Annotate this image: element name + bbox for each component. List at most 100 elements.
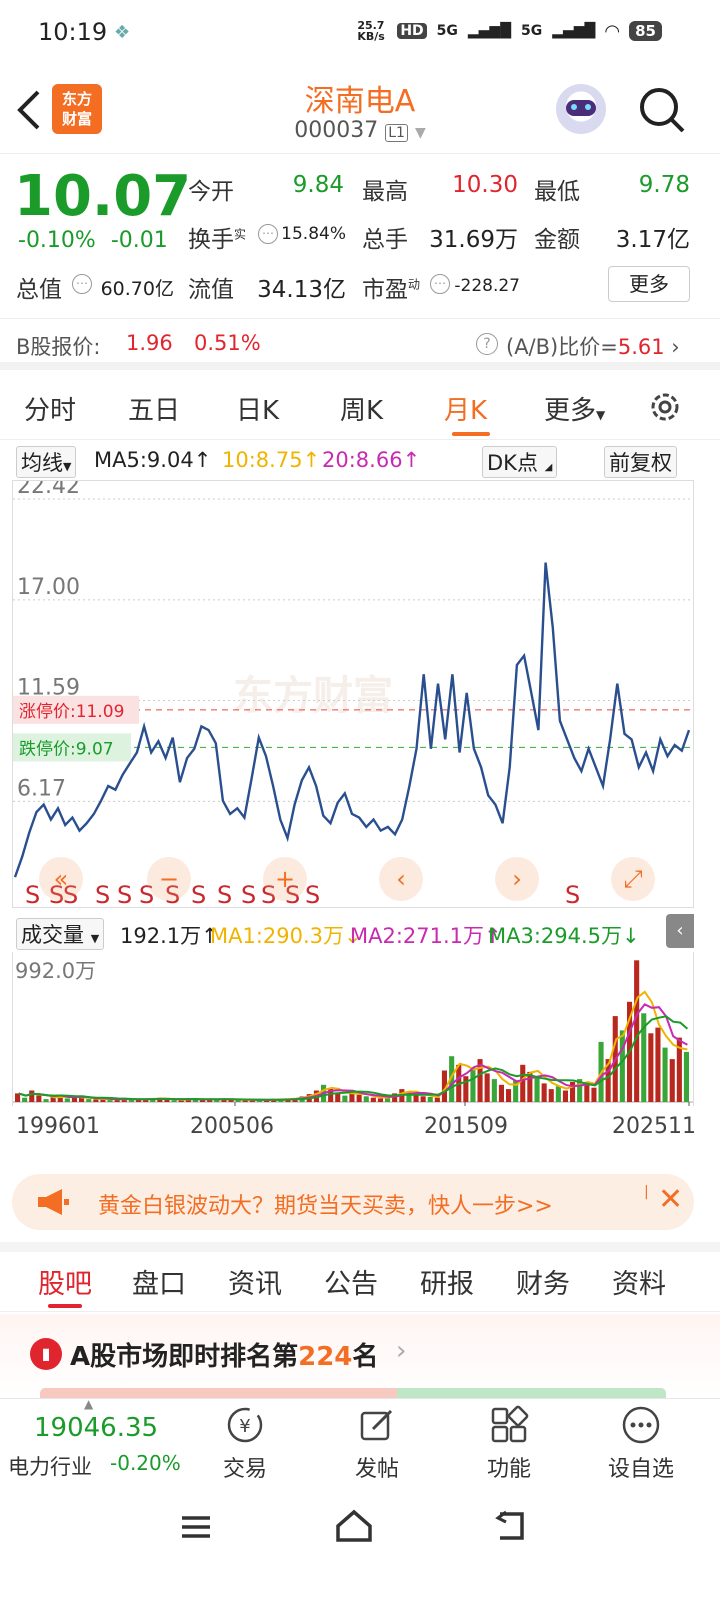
pan-left-icon-glyph: ‹	[396, 865, 406, 893]
volume-bar	[342, 1095, 348, 1102]
volume-select-label: 成交量	[21, 923, 84, 947]
b-share-price: 1.96	[126, 331, 173, 355]
volume-bar	[634, 960, 640, 1102]
tab-weekly-k[interactable]: 周K	[340, 390, 383, 427]
volume-bar	[491, 1079, 497, 1102]
tab-guba[interactable]: 股吧	[38, 1262, 92, 1301]
kline-chart[interactable]: 东方财富 22.42 17.00 11.59 6.17 涨停价:11.09 跌停价:9.07…	[12, 474, 694, 909]
more-button[interactable]: 更多	[608, 266, 690, 302]
ma-select[interactable]: 均线▼	[16, 446, 77, 478]
dk-point-button[interactable]: DK点 ◢	[482, 446, 558, 478]
robot-avatar-icon[interactable]	[556, 84, 606, 134]
collapse-panel-button[interactable]: ‹	[666, 914, 694, 948]
volume-bar	[520, 1064, 526, 1102]
low-label: 最低	[534, 179, 580, 205]
back-nav-icon[interactable]	[492, 1510, 528, 1544]
wifi-icon: ◠	[605, 20, 620, 42]
level-badge: L1	[385, 124, 408, 142]
search-icon[interactable]	[638, 86, 686, 134]
trade-button[interactable]: ¥ 交易	[200, 1405, 290, 1483]
volume-bar	[363, 1096, 369, 1102]
divider: |	[644, 1184, 649, 1200]
index-value[interactable]: 19046.35	[34, 1413, 158, 1443]
system-nav	[0, 1486, 720, 1600]
volume-bar	[377, 1098, 383, 1102]
post-label: 发帖	[354, 1457, 399, 1482]
stock-code: 000037	[294, 118, 379, 143]
b-share-row[interactable]: B股报价: 1.96 0.51% ? (A/B)比价=5.61 ›	[0, 318, 720, 370]
stock-header: 东方 财富 深南电A 000037 L1 ▼	[0, 64, 720, 154]
functions-button[interactable]: 功能	[464, 1405, 554, 1483]
functions-label: 功能	[486, 1457, 531, 1482]
sector-name[interactable]: 电力行业	[8, 1451, 92, 1481]
high-value: 10.30	[452, 172, 518, 198]
vol-ma2-line	[18, 1003, 688, 1101]
vol-ma1-text: MA1:290.3万	[210, 924, 345, 948]
rank-row[interactable]: ▮ A股市场即时排名第224名 ›	[0, 1314, 720, 1398]
pe-label: 市盈动	[362, 270, 420, 304]
tab-research[interactable]: 研报	[420, 1262, 474, 1301]
ad-banner[interactable]: 黄金白银波动大？期货当天买卖，快人一步>> | ✕	[12, 1174, 694, 1230]
volume-bar	[420, 1096, 426, 1102]
x-label: 202511	[612, 1114, 696, 1139]
volume-bar	[370, 1097, 376, 1102]
volume-bar	[506, 1089, 512, 1102]
grid-icon	[491, 1405, 529, 1443]
info-icon[interactable]: ⋯	[72, 274, 92, 294]
mktcap-label: 总值	[16, 277, 62, 303]
turnover-sup: 实	[234, 227, 247, 242]
tab-intraday[interactable]: 分时	[24, 390, 76, 427]
up-caret-icon: ▲	[84, 1397, 94, 1411]
float-label: 流值	[188, 277, 234, 303]
add-watchlist-button[interactable]: 设自选	[596, 1405, 686, 1483]
double-left-icon-glyph: «	[54, 865, 69, 893]
volume-bar	[29, 1090, 35, 1102]
tab-five-day[interactable]: 五日	[128, 390, 180, 427]
open-label: 今开	[188, 179, 234, 205]
volume-bar	[584, 1084, 590, 1102]
price-chart-svg: 东方财富22.4217.0011.596.17涨停价:11.09跌停价:9.07…	[13, 474, 693, 909]
tab-daily-k[interactable]: 日K	[236, 390, 279, 427]
high-label: 最高	[362, 179, 408, 205]
tab-news[interactable]: 资讯	[228, 1262, 282, 1301]
info-icon[interactable]: ⋯	[258, 224, 278, 244]
home-icon[interactable]	[334, 1508, 374, 1544]
tab-more[interactable]: 更多▼	[544, 390, 605, 427]
close-icon[interactable]: ✕	[658, 1182, 683, 1217]
info-icon[interactable]: ⋯	[430, 274, 450, 294]
tab-profile[interactable]: 资料	[612, 1262, 666, 1301]
menu-icon[interactable]	[178, 1512, 214, 1542]
stock-name: 深南电A	[304, 84, 416, 119]
sell-mark: S	[241, 881, 256, 907]
stock-code-row[interactable]: 000037 L1 ▼	[0, 118, 720, 143]
pan-right-icon-glyph: ›	[512, 865, 522, 893]
ma-select-label: 均线	[21, 451, 63, 475]
volume-bar: 成交量 ▼ 192.1万↑ MA1:290.3万↓ MA2:271.1万↑ MA…	[0, 912, 720, 952]
tab-finance[interactable]: 财务	[516, 1262, 570, 1301]
tab-order-book[interactable]: 盘口	[132, 1262, 186, 1301]
volume-bar	[22, 1097, 28, 1102]
watermark: 东方财富	[233, 673, 393, 719]
turnover-value: 15.84%	[281, 224, 346, 244]
status-time: 10:19	[38, 18, 108, 46]
turnover-label-text: 换手	[188, 227, 234, 253]
adjust-select[interactable]: 前复权	[604, 446, 677, 478]
volume-text: 192.1万	[120, 924, 202, 948]
vol-ma2: MA2:271.1万↑	[350, 924, 502, 948]
volume-bar	[64, 1098, 70, 1102]
settings-gear-icon[interactable]	[646, 388, 684, 426]
y-tick-label: 6.17	[17, 776, 66, 801]
volume-bar	[555, 1086, 561, 1102]
caret-down-icon: ▼	[596, 408, 606, 422]
post-button[interactable]: 发帖	[332, 1405, 422, 1483]
limit-up-label: 涨停价:11.09	[19, 702, 124, 722]
volume-chart[interactable]: 992.0万	[12, 952, 694, 1110]
amount-label: 金额	[534, 227, 580, 253]
ma20-text: 20:8.66	[322, 448, 403, 472]
bottom-bar: ▲ 19046.35 电力行业 -0.20% ¥ 交易 发帖 功能 设自选	[0, 1397, 720, 1486]
tab-announcements[interactable]: 公告	[324, 1262, 378, 1301]
caret-down-icon: ▼	[63, 460, 72, 473]
volume-select[interactable]: 成交量 ▼	[16, 918, 105, 950]
watchlist-label: 设自选	[607, 1457, 674, 1482]
tab-monthly-k[interactable]: 月K	[444, 390, 487, 427]
